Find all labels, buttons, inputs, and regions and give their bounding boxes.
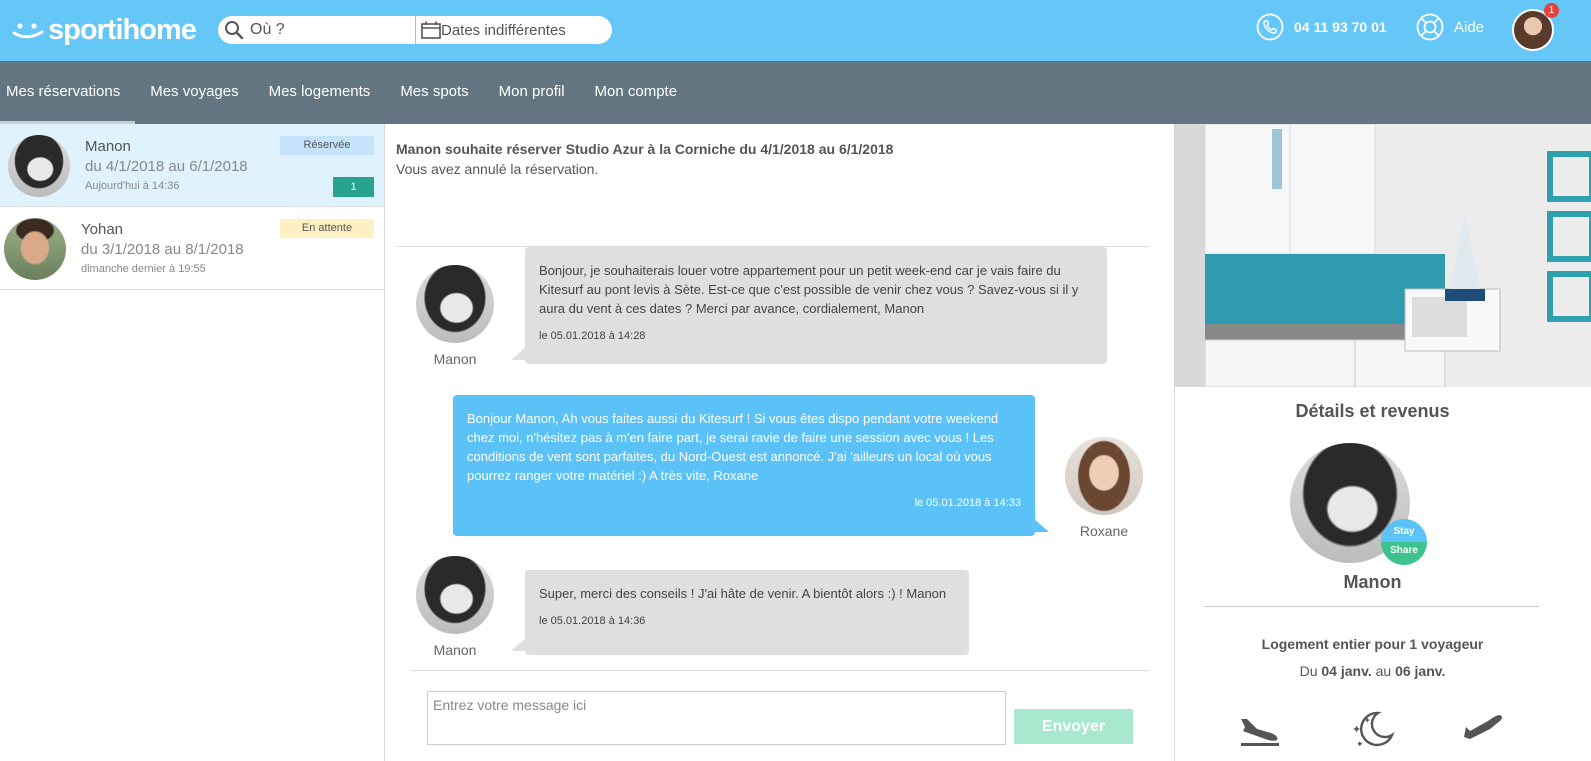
dates-input[interactable]: Dates indifférentes bbox=[416, 21, 566, 39]
message-bubble-incoming: Bonjour, je souhaiterais louer votre app… bbox=[511, 247, 1107, 364]
details-title: Détails et revenus bbox=[1295, 401, 1450, 421]
message-text: Super, merci des conseils ! J'ai hâte de… bbox=[539, 586, 947, 601]
stay-dates: Du 04 janv. au 06 janv. bbox=[1175, 663, 1570, 679]
guest-avatar bbox=[4, 218, 66, 280]
guest-name: Yohan bbox=[81, 221, 123, 238]
phone-contact[interactable]: 04 11 93 70 01 bbox=[1256, 13, 1387, 41]
stay-share-badge: Stay Share bbox=[1381, 519, 1427, 565]
guest-name: Manon bbox=[85, 138, 131, 155]
status-badge: En attente bbox=[280, 219, 374, 238]
dates-prefix: Du bbox=[1299, 663, 1318, 679]
dates-label: Dates indifférentes bbox=[441, 21, 566, 39]
sender-name: Manon bbox=[433, 351, 477, 367]
divider bbox=[1203, 606, 1539, 607]
where-placeholder: Où ? bbox=[250, 21, 285, 38]
sender-avatar bbox=[416, 265, 494, 343]
where-input[interactable]: Où ? bbox=[218, 16, 416, 44]
lifebuoy-icon bbox=[1416, 13, 1444, 41]
smile-logo-icon bbox=[10, 15, 46, 45]
message-text: Bonjour Manon, Ah vous faites aussi du K… bbox=[467, 411, 999, 483]
sender-name: Manon bbox=[433, 642, 477, 658]
status-badge: Réservée bbox=[280, 136, 374, 155]
reservation-dates: du 3/1/2018 au 8/1/2018 bbox=[81, 241, 244, 258]
divider bbox=[411, 670, 1149, 671]
plane-takeoff-icon bbox=[1464, 715, 1502, 739]
reservation-item-yohan[interactable]: Yohan du 3/1/2018 au 8/1/2018 dimanche d… bbox=[0, 207, 384, 290]
help-label: Aide bbox=[1454, 18, 1485, 36]
nav-spots[interactable]: Mes spots bbox=[385, 61, 483, 124]
sender-name: Roxane bbox=[1079, 523, 1129, 539]
notification-badge[interactable]: 1 bbox=[1544, 3, 1559, 18]
plane-landing-icon bbox=[1241, 719, 1279, 746]
search-icon bbox=[225, 21, 244, 40]
reservation-time: dimanche dernier à 19:55 bbox=[81, 263, 206, 275]
nav-listings[interactable]: Mes logements bbox=[254, 61, 386, 124]
message-time: le 05.01.2018 à 14:33 bbox=[914, 497, 1021, 509]
calendar-icon bbox=[421, 21, 441, 39]
details-panel: Détails et revenus Stay Share Manon Loge… bbox=[1174, 124, 1591, 761]
message-time: le 05.01.2018 à 14:36 bbox=[539, 615, 646, 627]
nav-reservations[interactable]: Mes réservations bbox=[0, 61, 136, 124]
phone-number: 04 11 93 70 01 bbox=[1294, 19, 1387, 35]
reservations-list: Manon du 4/1/2018 au 6/1/2018 Aujourd'hu… bbox=[0, 124, 385, 761]
moon-stars-icon: ✦ ✦ ✦ bbox=[1352, 711, 1395, 749]
date-from: 04 janv. bbox=[1321, 663, 1372, 679]
dates-mid: au bbox=[1375, 663, 1392, 679]
reservation-item-manon[interactable]: Manon du 4/1/2018 au 6/1/2018 Aujourd'hu… bbox=[0, 124, 384, 207]
send-button[interactable]: Envoyer bbox=[1014, 709, 1133, 744]
phone-icon bbox=[1256, 13, 1284, 41]
badge-share: Share bbox=[1381, 542, 1427, 565]
host-avatar bbox=[1065, 437, 1143, 515]
listing-photo[interactable] bbox=[1175, 124, 1591, 387]
sportihome-logo[interactable]: sportihome bbox=[10, 12, 197, 48]
svg-text:✦: ✦ bbox=[1352, 723, 1361, 736]
message-bubble-incoming: Super, merci des conseils ! J'ai hâte de… bbox=[511, 570, 969, 655]
kitchen-photo bbox=[1175, 124, 1591, 387]
logo-text: sportihome bbox=[48, 13, 197, 46]
svg-text:✦: ✦ bbox=[1364, 716, 1371, 725]
conversation-panel: Manon souhaite réserver Studio Azur à la… bbox=[386, 124, 1174, 761]
nav-profile[interactable]: Mon profil bbox=[484, 61, 580, 124]
date-to: 06 janv. bbox=[1395, 663, 1446, 679]
unread-count-badge: 1 bbox=[333, 177, 374, 197]
stay-type: Logement entier pour 1 voyageur bbox=[1261, 636, 1484, 652]
guest-name: Manon bbox=[1343, 572, 1402, 592]
svg-text:✦: ✦ bbox=[1356, 740, 1364, 749]
conversation-title: Manon souhaite réserver Studio Azur à la… bbox=[396, 141, 894, 157]
guest-avatar bbox=[8, 135, 70, 197]
nav-account[interactable]: Mon compte bbox=[580, 61, 693, 124]
nav-trips[interactable]: Mes voyages bbox=[135, 61, 253, 124]
message-bubble-outgoing: Bonjour Manon, Ah vous faites aussi du K… bbox=[453, 395, 1049, 536]
conversation-status: Vous avez annulé la réservation. bbox=[396, 161, 599, 177]
reservation-dates: du 4/1/2018 au 6/1/2018 bbox=[85, 158, 248, 175]
message-text: Bonjour, je souhaiterais louer votre app… bbox=[539, 263, 1079, 316]
message-input[interactable] bbox=[427, 691, 1006, 745]
reservation-time: Aujourd'hui à 14:36 bbox=[85, 180, 180, 192]
search-bar: Où ? Dates indifférentes bbox=[218, 16, 612, 44]
account-nav: Mes réservations Mes voyages Mes logemen… bbox=[0, 61, 1591, 124]
help-link[interactable]: Aide bbox=[1416, 13, 1484, 41]
top-header: sportihome Où ? Dates indifférentes 04 1… bbox=[0, 0, 1591, 61]
sender-avatar bbox=[416, 556, 494, 634]
message-time: le 05.01.2018 à 14:28 bbox=[539, 330, 646, 342]
